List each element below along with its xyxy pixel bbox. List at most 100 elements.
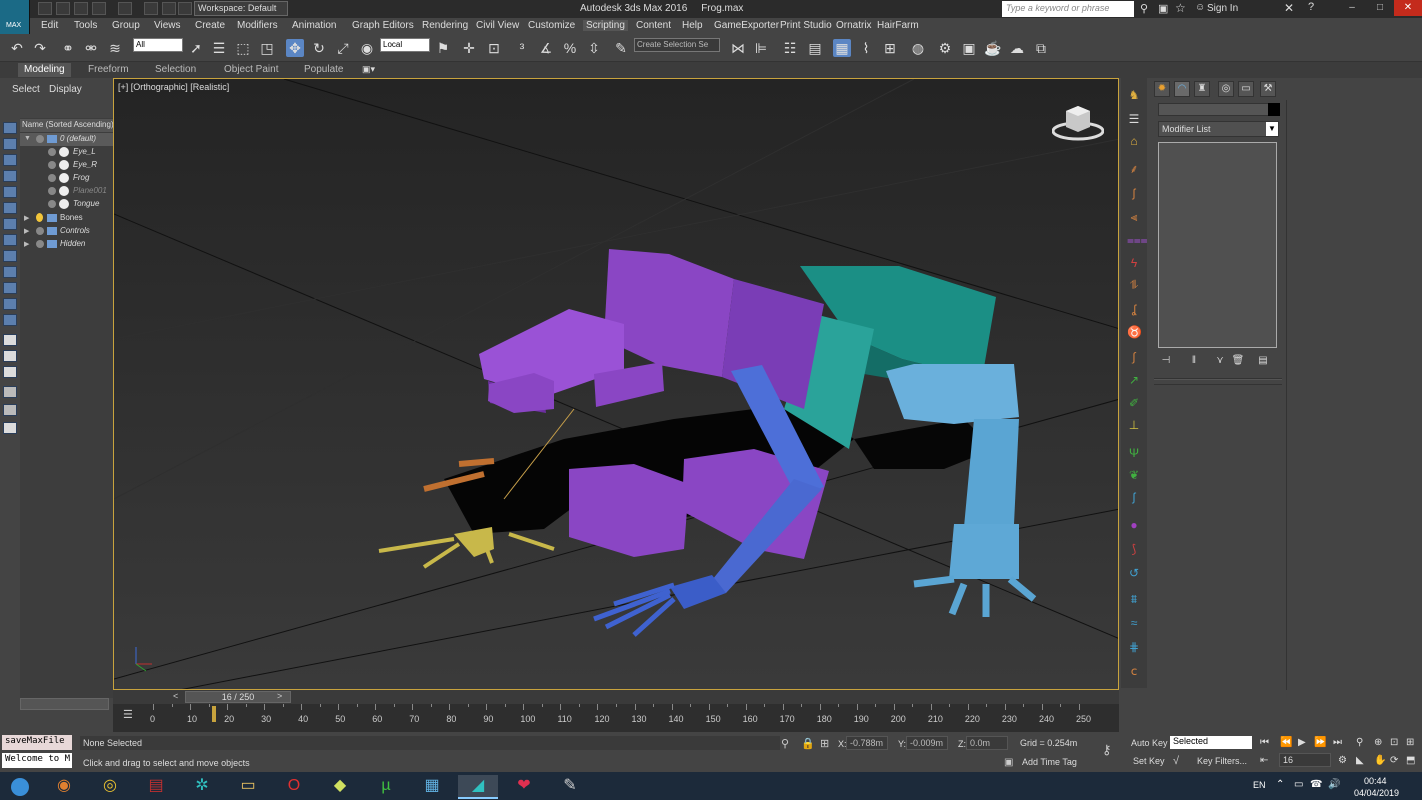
bind-space-warp-icon[interactable]: ≋ — [106, 39, 124, 57]
auto-key-button[interactable]: Auto Key — [1131, 738, 1168, 748]
menu-rendering[interactable]: Rendering — [422, 20, 468, 31]
menu-tools[interactable]: Tools — [74, 20, 97, 31]
explorer-row-tongue[interactable]: Tongue — [20, 198, 113, 211]
collapse-icon[interactable]: ▼ — [24, 135, 31, 142]
menu-group[interactable]: Group — [112, 20, 140, 31]
braid-icon[interactable]: ♉ — [1127, 325, 1142, 339]
z-coordinate-field[interactable]: 0.0m — [966, 736, 1008, 750]
expand-icon[interactable]: ▶ — [24, 240, 29, 248]
layer-tools-icon[interactable] — [3, 422, 17, 434]
hierarchy-tab-icon[interactable]: ♜ — [1194, 81, 1210, 97]
explorer-row-hidden-layer[interactable]: ▶ Hidden — [20, 238, 113, 251]
visibility-icon[interactable] — [36, 227, 44, 235]
previous-frame-arrow-icon[interactable]: < — [173, 691, 178, 701]
frog-helper-icon[interactable]: ❦ — [1127, 468, 1141, 482]
keyboard-shortcut-override-icon[interactable]: ⊡ — [485, 39, 503, 57]
file-explorer-icon[interactable]: ▭ — [228, 775, 268, 799]
render-settings-icon[interactable]: ⅽ — [1127, 664, 1141, 678]
next-frame-icon[interactable]: ⏩ — [1314, 737, 1326, 748]
menu-create[interactable]: Create — [195, 20, 225, 31]
tray-drive-icon[interactable]: ▭ — [1294, 779, 1303, 790]
show-end-result-icon[interactable]: ‖ — [1186, 354, 1202, 368]
key-icon[interactable]: ⚷ — [1102, 742, 1112, 758]
field-of-view-icon[interactable]: ◣ — [1356, 755, 1364, 766]
object-color-swatch[interactable] — [1268, 103, 1280, 116]
key-mode-dropdown[interactable]: Selected — [1170, 736, 1252, 749]
filter-icon[interactable] — [3, 386, 17, 398]
edit-named-selection-icon[interactable]: ✎ — [612, 39, 630, 57]
guides-icon[interactable]: ⌂ — [1127, 134, 1141, 148]
search-input[interactable]: Type a keyword or phrase — [1002, 1, 1134, 17]
explorer-horizontal-scrollbar[interactable] — [20, 698, 109, 710]
link-icon[interactable]: ⚭ — [59, 39, 77, 57]
expand-icon[interactable]: ▶ — [24, 227, 29, 235]
rectangular-selection-icon[interactable]: ⬚ — [234, 39, 252, 57]
display-helpers-icon[interactable] — [3, 218, 17, 230]
tab-populate[interactable]: Populate — [304, 64, 343, 75]
xsplit-icon[interactable]: ✲ — [182, 775, 222, 799]
explorer-row-controls-layer[interactable]: ▶ Controls — [20, 225, 113, 238]
hair-clustering-icon[interactable]: ⩩ — [1127, 592, 1141, 606]
visibility-icon[interactable] — [48, 187, 56, 195]
tab-selection[interactable]: Selection — [155, 64, 196, 75]
display-lights-icon[interactable] — [3, 186, 17, 198]
menu-print-studio[interactable]: Print Studio — [780, 20, 832, 31]
menu-ornatrix[interactable]: Ornatrix — [836, 20, 872, 31]
window-crossing-icon[interactable]: ◳ — [258, 39, 276, 57]
render-iterative-icon[interactable]: ☁ — [1008, 39, 1026, 57]
tray-volume-icon[interactable]: 🔊 — [1328, 779, 1340, 790]
explorer-tab-display[interactable]: Display — [49, 84, 82, 95]
viewcube-icon[interactable] — [1052, 103, 1104, 143]
paint-app-icon[interactable]: ✎ — [550, 775, 590, 799]
maxscript-listener-output[interactable]: Welcome to M — [2, 753, 72, 768]
scale-icon[interactable]: ⤢ — [334, 39, 352, 57]
display-bones-icon[interactable] — [3, 282, 17, 294]
display-cameras-icon[interactable] — [3, 202, 17, 214]
max-logo[interactable]: MAX — [0, 0, 30, 36]
menu-gameexporter[interactable]: GameExporter — [714, 20, 779, 31]
display-tab-icon[interactable]: ▭ — [1238, 81, 1254, 97]
time-tag-icon[interactable]: ▣ — [1004, 757, 1013, 768]
redo-icon[interactable]: ↷ — [31, 39, 49, 57]
selection-lock-icon[interactable]: 🔒 — [801, 737, 815, 750]
redo-quick-icon[interactable] — [118, 2, 132, 15]
favorites-star-icon[interactable]: ☆ — [1175, 1, 1186, 15]
panel-toggle-icon[interactable]: ☰ — [1127, 112, 1141, 126]
3ds-max-taskbar-icon[interactable]: ◢ — [458, 775, 498, 799]
menu-scripting[interactable]: Scripting — [583, 20, 628, 31]
scatter-icon[interactable]: ⋕ — [1127, 640, 1141, 654]
time-slider[interactable]: < 16 / 250 > — [113, 690, 1119, 704]
unlink-icon[interactable]: ⚮ — [82, 39, 100, 57]
display-containers-icon[interactable] — [3, 298, 17, 310]
menu-graph-editors[interactable]: Graph Editors — [352, 20, 414, 31]
mesh-from-strands-icon[interactable]: ● — [1127, 518, 1141, 532]
align-icon[interactable]: ⊫ — [752, 39, 770, 57]
menu-views[interactable]: Views — [154, 20, 181, 31]
curve-editor-icon[interactable]: ⌇ — [857, 39, 875, 57]
absolute-mode-icon[interactable]: ⊞ — [820, 737, 829, 750]
explorer-row-bones-layer[interactable]: ▶ Bones — [20, 212, 113, 225]
modifier-list-dropdown[interactable]: Modifier List ▼ — [1158, 121, 1279, 137]
ribbon-options-icon[interactable]: ▣▾ — [362, 64, 375, 75]
make-unique-icon[interactable]: ⋎ — [1212, 354, 1228, 368]
manipulate-icon[interactable]: ✛ — [460, 39, 478, 57]
toggle-ribbon-icon[interactable]: ▤ — [806, 39, 824, 57]
explorer-row-eye-r[interactable]: Eye_R — [20, 159, 113, 172]
open-file-icon[interactable] — [56, 2, 70, 15]
display-none-icon[interactable] — [3, 122, 17, 134]
configure-modifier-sets-icon[interactable]: ▤ — [1255, 354, 1271, 368]
current-frame-field[interactable]: 16 — [1279, 753, 1331, 767]
user-icon[interactable]: ☺ — [1195, 2, 1205, 13]
close-button[interactable]: ✕ — [1394, 0, 1422, 16]
display-frozen-icon[interactable] — [3, 314, 17, 326]
explorer-row-plane001[interactable]: Plane001 — [20, 185, 113, 198]
explorer-column-header[interactable]: Name (Sorted Ascending) — [20, 119, 113, 132]
display-children-icon[interactable] — [3, 334, 17, 346]
visibility-icon[interactable] — [48, 174, 56, 182]
explorer-tab-select[interactable]: Select — [12, 84, 40, 95]
render-online-icon[interactable]: ⧉ — [1032, 39, 1050, 57]
motion-tab-icon[interactable]: ◎ — [1218, 81, 1234, 97]
move-icon[interactable]: ✥ — [286, 39, 304, 57]
material-editor-icon[interactable]: ◍ — [909, 39, 927, 57]
fetch-icon[interactable] — [162, 2, 176, 15]
